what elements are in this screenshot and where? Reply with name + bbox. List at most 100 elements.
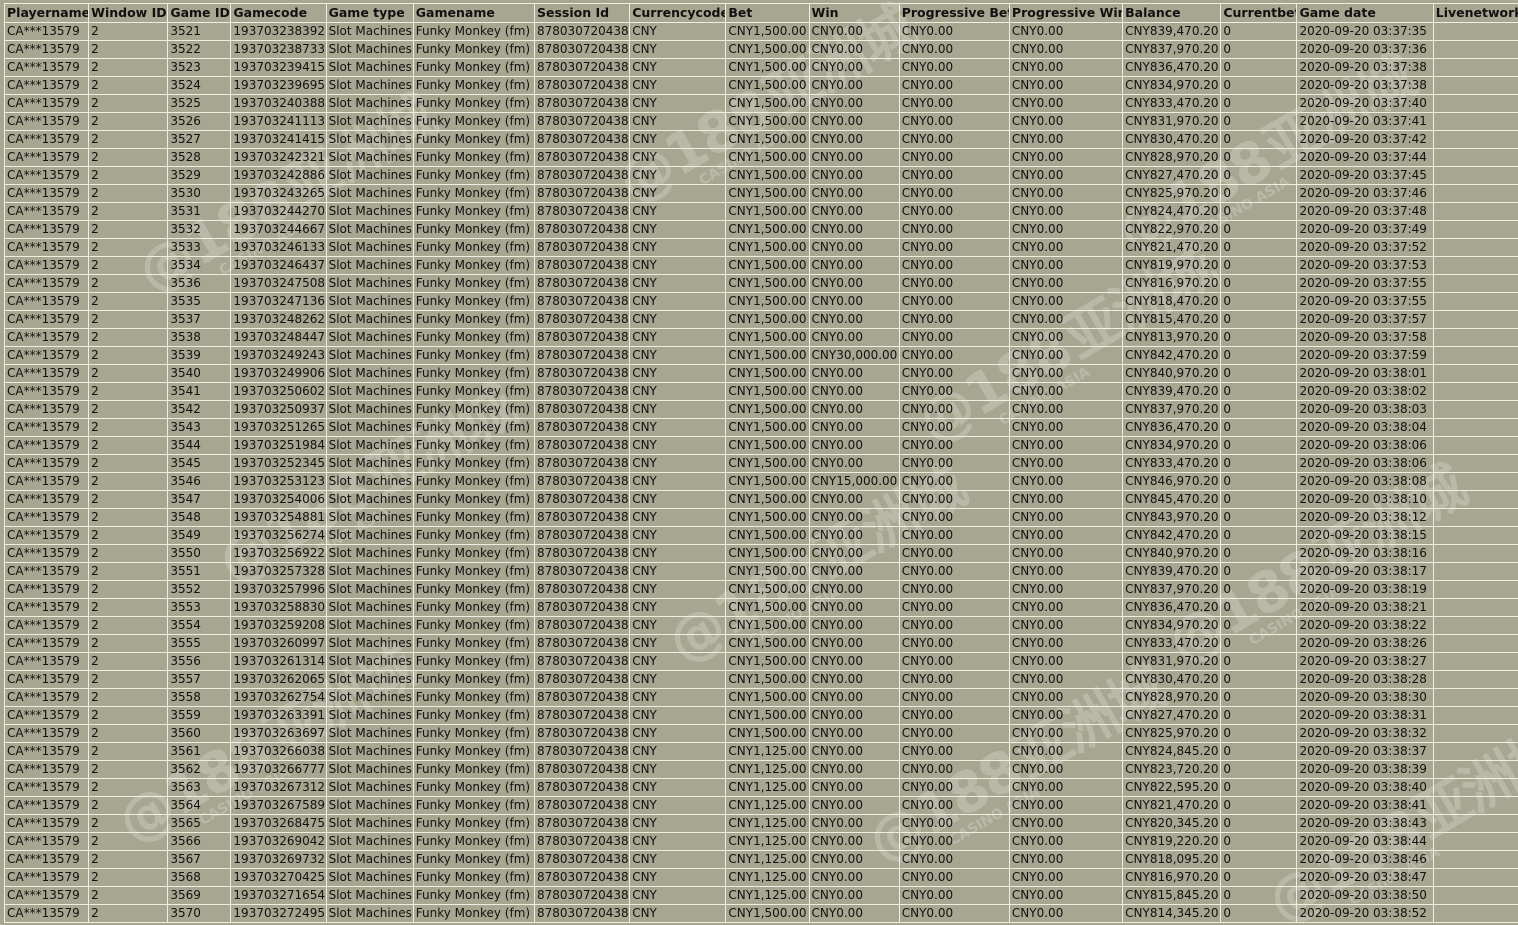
cell-currencycode: CNY [629, 112, 727, 131]
cell-game-id: 3548 [167, 508, 232, 527]
cell-playername: CA***13579 [3, 634, 90, 653]
column-header-currentbet: Currentbet [1220, 3, 1298, 23]
cell-progressive-win: CNY0.00 [1008, 634, 1124, 653]
cell-currencycode: CNY [629, 76, 727, 95]
cell-win: CNY0.00 [808, 526, 900, 545]
cell-livenetwork [1432, 418, 1518, 437]
cell-session-id: 878030720438 [534, 40, 631, 59]
cell-currentbet: 0 [1220, 328, 1298, 347]
cell-currentbet: 0 [1220, 472, 1298, 491]
cell-win: CNY0.00 [808, 400, 900, 419]
cell-playername: CA***13579 [3, 274, 90, 293]
cell-win: CNY0.00 [808, 868, 900, 887]
cell-progressive-bet: CNY0.00 [898, 94, 1010, 113]
cell-game-type: Slot Machines [325, 580, 414, 599]
cell-currencycode: CNY [629, 724, 727, 743]
cell-progressive-win: CNY0.00 [1008, 76, 1124, 95]
column-header-progressive-bet: Progressive Bet [898, 3, 1010, 23]
cell-progressive-bet: CNY0.00 [898, 202, 1010, 221]
cell-gamecode: 193703257328 [230, 562, 327, 581]
cell-gamename: Funky Monkey (fm) [412, 454, 536, 473]
cell-balance: CNY843,970.20 [1122, 508, 1222, 527]
cell-bet: CNY1,125.00 [725, 796, 810, 815]
cell-currencycode: CNY [629, 400, 727, 419]
cell-balance: CNY813,970.20 [1122, 328, 1222, 347]
cell-game-date: 2020-09-20 03:38:43 [1296, 814, 1434, 833]
cell-win: CNY0.00 [808, 886, 900, 905]
cell-game-date: 2020-09-20 03:38:16 [1296, 544, 1434, 563]
cell-currencycode: CNY [629, 652, 727, 671]
cell-gamecode: 193703242886 [230, 166, 327, 185]
cell-win: CNY0.00 [808, 274, 900, 293]
cell-livenetwork [1432, 562, 1518, 581]
cell-playername: CA***13579 [3, 886, 90, 905]
cell-progressive-win: CNY0.00 [1008, 436, 1124, 455]
cell-game-date: 2020-09-20 03:37:59 [1296, 346, 1434, 365]
cell-balance: CNY819,970.20 [1122, 256, 1222, 275]
cell-progressive-win: CNY0.00 [1008, 796, 1124, 815]
cell-currencycode: CNY [629, 454, 727, 473]
table-row: CA***13579 2 3523 193703239415 Slot Machines… [3, 58, 1518, 77]
cell-gamename: Funky Monkey (fm) [412, 76, 536, 95]
cell-game-date: 2020-09-20 03:37:44 [1296, 148, 1434, 167]
cell-playername: CA***13579 [3, 400, 90, 419]
cell-gamename: Funky Monkey (fm) [412, 58, 536, 77]
table-row: CA***13579 2 3553 193703258830 Slot Machines… [3, 598, 1518, 617]
cell-playername: CA***13579 [3, 508, 90, 527]
cell-game-date: 2020-09-20 03:37:41 [1296, 112, 1434, 131]
cell-progressive-win: CNY0.00 [1008, 616, 1124, 635]
cell-currencycode: CNY [629, 814, 727, 833]
cell-game-type: Slot Machines [325, 562, 414, 581]
cell-win: CNY0.00 [808, 148, 900, 167]
cell-progressive-bet: CNY0.00 [898, 652, 1010, 671]
cell-bet: CNY1,125.00 [725, 742, 810, 761]
cell-progressive-win: CNY0.00 [1008, 778, 1124, 797]
cell-bet: CNY1,125.00 [725, 850, 810, 869]
cell-gamename: Funky Monkey (fm) [412, 166, 536, 185]
cell-currentbet: 0 [1220, 256, 1298, 275]
cell-window-id: 2 [88, 796, 169, 815]
cell-game-type: Slot Machines [325, 112, 414, 131]
cell-game-date: 2020-09-20 03:38:37 [1296, 742, 1434, 761]
cell-bet: CNY1,500.00 [725, 472, 810, 491]
cell-balance: CNY830,470.20 [1122, 670, 1222, 689]
cell-playername: CA***13579 [3, 328, 90, 347]
cell-playername: CA***13579 [3, 544, 90, 563]
cell-livenetwork [1432, 454, 1518, 473]
cell-progressive-bet: CNY0.00 [898, 166, 1010, 185]
cell-bet: CNY1,500.00 [725, 490, 810, 509]
cell-playername: CA***13579 [3, 670, 90, 689]
cell-bet: CNY1,500.00 [725, 436, 810, 455]
cell-playername: CA***13579 [3, 220, 90, 239]
cell-progressive-bet: CNY0.00 [898, 274, 1010, 293]
cell-win: CNY0.00 [808, 202, 900, 221]
cell-gamecode: 193703259208 [230, 616, 327, 635]
cell-balance: CNY821,470.20 [1122, 238, 1222, 257]
cell-balance: CNY840,970.20 [1122, 364, 1222, 383]
cell-balance: CNY839,470.20 [1122, 382, 1222, 401]
cell-livenetwork [1432, 760, 1518, 779]
cell-game-id: 3527 [167, 130, 232, 149]
cell-gamename: Funky Monkey (fm) [412, 22, 536, 41]
table-row: CA***13579 2 3538 193703248447 Slot Machines… [3, 328, 1518, 347]
cell-bet: CNY1,500.00 [725, 292, 810, 311]
cell-gamecode: 193703244270 [230, 202, 327, 221]
cell-progressive-win: CNY0.00 [1008, 472, 1124, 491]
cell-game-date: 2020-09-20 03:38:12 [1296, 508, 1434, 527]
cell-game-date: 2020-09-20 03:38:01 [1296, 364, 1434, 383]
cell-window-id: 2 [88, 274, 169, 293]
table-row: CA***13579 2 3563 193703267312 Slot Machines… [3, 778, 1518, 797]
cell-game-date: 2020-09-20 03:38:27 [1296, 652, 1434, 671]
cell-window-id: 2 [88, 742, 169, 761]
cell-bet: CNY1,500.00 [725, 202, 810, 221]
cell-currencycode: CNY [629, 670, 727, 689]
cell-window-id: 2 [88, 292, 169, 311]
cell-game-type: Slot Machines [325, 652, 414, 671]
cell-livenetwork [1432, 346, 1518, 365]
cell-playername: CA***13579 [3, 22, 90, 41]
cell-session-id: 878030720438 [534, 472, 631, 491]
cell-progressive-bet: CNY0.00 [898, 130, 1010, 149]
column-header-game-type: Game type [325, 3, 414, 23]
table-row: CA***13579 2 3559 193703263391 Slot Machines… [3, 706, 1518, 725]
cell-livenetwork [1432, 886, 1518, 905]
